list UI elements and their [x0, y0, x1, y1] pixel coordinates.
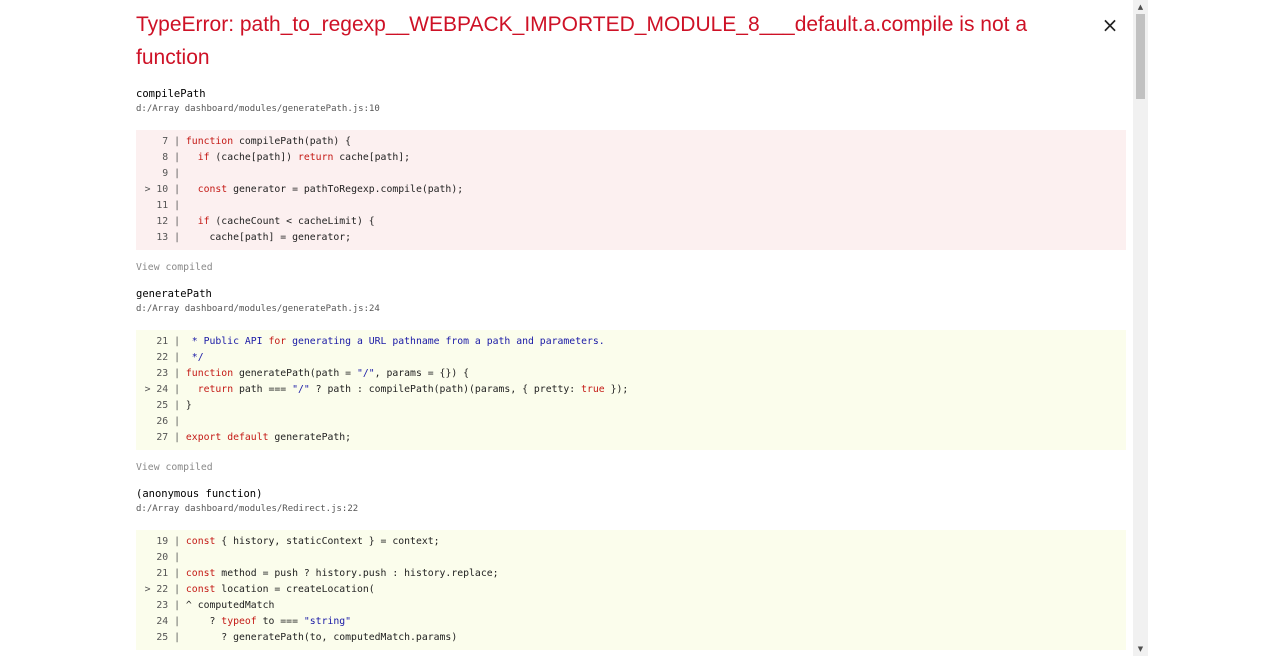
code-line: 13 | cache[path] = generator; [136, 230, 1126, 246]
line-number: > 24 | [144, 384, 180, 395]
stack-frame: (anonymous function) d:/Array dashboard/… [136, 486, 1126, 650]
code-text: export default generatePath; [185, 432, 352, 443]
error-overlay-page: TypeError: path_to_regexp__WEBPACK_IMPOR… [0, 0, 1280, 656]
code-text: ^ computedMatch [180, 600, 275, 611]
line-number: 26 | [150, 416, 180, 427]
error-title: TypeError: path_to_regexp__WEBPACK_IMPOR… [136, 13, 1027, 69]
code-line-highlighted: > 10 | const generator = pathToRegexp.co… [136, 182, 1126, 198]
code-text: function compilePath(path) { [185, 136, 352, 147]
code-line: 24 | ? typeof to === "string" [136, 614, 1126, 630]
frame-file-path: d:/Array dashboard/modules/generatePath.… [136, 104, 380, 114]
line-number: 13 | [150, 232, 180, 243]
view-compiled-link[interactable]: View compiled [136, 260, 1126, 276]
error-overlay: TypeError: path_to_regexp__WEBPACK_IMPOR… [0, 0, 1150, 656]
frame-file-path: d:/Array dashboard/modules/generatePath.… [136, 304, 380, 314]
code-text: * Public API for generating a URL pathna… [180, 336, 605, 347]
line-number: 7 | [150, 136, 180, 147]
stack-frame: compilePath d:/Array dashboard/modules/g… [136, 86, 1126, 276]
line-number: 25 | [150, 632, 180, 643]
code-line: 23 | function generatePath(path = "/", p… [136, 366, 1126, 382]
code-text: } [180, 400, 192, 411]
code-line: 25 | ? generatePath(to, computedMatch.pa… [136, 630, 1126, 646]
line-number: > 10 | [144, 184, 180, 195]
code-text: ? typeof to === "string" [180, 616, 352, 627]
code-line: 9 | [136, 166, 1126, 182]
code-text: function generatePath(path = "/", params… [185, 368, 470, 379]
code-line-highlighted: > 24 | return path === "/" ? path : comp… [136, 382, 1126, 398]
code-line: 26 | [136, 414, 1126, 430]
frame-function-name: compilePath [136, 88, 206, 100]
code-text: const generator = pathToRegexp.compile(p… [197, 184, 464, 195]
code-line: 7 | function compilePath(path) { [136, 134, 1126, 150]
line-number: 25 | [150, 400, 180, 411]
code-line: 21 | * Public API for generating a URL p… [136, 334, 1126, 350]
code-line: 27 | export default generatePath; [136, 430, 1126, 446]
stack-frame: generatePath d:/Array dashboard/modules/… [136, 286, 1126, 476]
line-number: 22 | [150, 352, 180, 363]
code-text: const method = push ? history.push : his… [185, 568, 499, 579]
line-number: 23 | [150, 368, 180, 379]
code-line: 11 | [136, 198, 1126, 214]
code-snippet: 21 | * Public API for generating a URL p… [136, 330, 1126, 450]
code-text: return path === "/" ? path : compilePath… [197, 384, 629, 395]
code-text: ? generatePath(to, computedMatch.params) [180, 632, 458, 643]
code-text: const location = createLocation( [185, 584, 375, 595]
line-number: > 22 | [144, 584, 180, 595]
code-line: 19 | const { history, staticContext } = … [136, 534, 1126, 550]
scrollbar-thumb[interactable] [1136, 14, 1145, 99]
line-number: 11 | [150, 200, 180, 211]
line-number: 20 | [150, 552, 180, 563]
scroll-up-arrow-icon[interactable]: ▲ [1133, 0, 1148, 14]
code-line: 25 | } [136, 398, 1126, 414]
code-line-highlighted: > 22 | const location = createLocation( [136, 582, 1126, 598]
line-number: 19 | [150, 536, 180, 547]
code-text: */ [180, 352, 204, 363]
code-line: 23 | ^ computedMatch [136, 598, 1126, 614]
frame-function-name: generatePath [136, 288, 212, 300]
code-line: 8 | if (cache[path]) return cache[path]; [136, 150, 1126, 166]
code-text: const { history, staticContext } = conte… [185, 536, 440, 547]
line-number: 8 | [150, 152, 180, 163]
code-line: 20 | [136, 550, 1126, 566]
code-line: 22 | */ [136, 350, 1126, 366]
code-snippet: 7 | function compilePath(path) { 8 | if … [136, 130, 1126, 250]
line-number: 27 | [150, 432, 180, 443]
view-compiled-link[interactable]: View compiled [136, 460, 1126, 476]
line-number: 21 | [150, 568, 180, 579]
scroll-down-arrow-icon[interactable]: ▼ [1133, 642, 1148, 656]
line-number: 23 | [150, 600, 180, 611]
line-number: 21 | [150, 336, 180, 347]
code-text: if (cache[path]) return cache[path]; [197, 152, 411, 163]
line-number: 9 | [150, 168, 180, 179]
close-button[interactable]: × [1100, 12, 1120, 38]
code-text: if (cacheCount < cacheLimit) { [197, 216, 375, 227]
frame-function-name: (anonymous function) [136, 488, 263, 500]
frame-file-path: d:/Array dashboard/modules/Redirect.js:2… [136, 504, 359, 514]
code-line: 21 | const method = push ? history.push … [136, 566, 1126, 582]
code-snippet: 19 | const { history, staticContext } = … [136, 530, 1126, 650]
code-line: 12 | if (cacheCount < cacheLimit) { [136, 214, 1126, 230]
line-number: 24 | [150, 616, 180, 627]
line-number: 12 | [150, 216, 180, 227]
page-background [1150, 0, 1280, 656]
vertical-scrollbar[interactable]: ▲ ▼ [1133, 0, 1148, 656]
code-text: cache[path] = generator; [180, 232, 352, 243]
